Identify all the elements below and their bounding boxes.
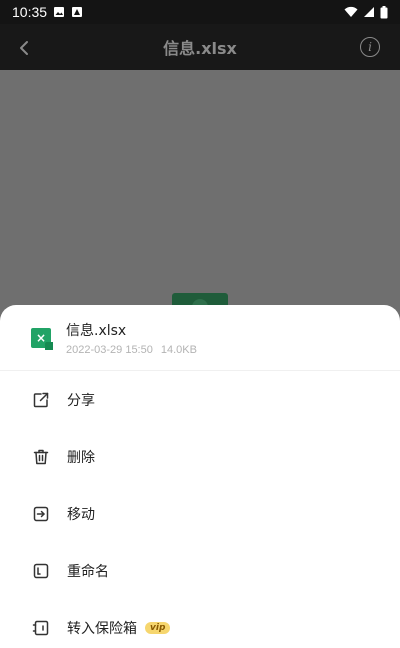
back-button[interactable] xyxy=(12,36,36,60)
menu-item-delete[interactable]: 删除 xyxy=(0,428,400,485)
info-button[interactable]: i xyxy=(360,37,380,57)
signal-icon xyxy=(364,7,374,17)
file-details: 2022-03-29 15:50 14.0KB xyxy=(66,344,197,356)
menu-item-share[interactable]: 分享 xyxy=(0,371,400,428)
status-time: 10:35 xyxy=(12,4,48,20)
safe-icon xyxy=(31,618,51,638)
file-info-header: × 信息.xlsx 2022-03-29 15:50 14.0KB xyxy=(0,305,400,371)
trash-icon xyxy=(31,447,51,467)
menu-item-rename[interactable]: 重命名 xyxy=(0,542,400,599)
file-size: 14.0KB xyxy=(160,343,197,356)
vip-badge: vip xyxy=(145,621,171,634)
file-date: 2022-03-29 15:50 xyxy=(66,343,153,356)
file-meta: 信息.xlsx 2022-03-29 15:50 14.0KB xyxy=(66,320,197,356)
file-name: 信息.xlsx xyxy=(66,322,127,339)
wifi-icon xyxy=(344,6,358,17)
menu-item-move[interactable]: 移动 xyxy=(0,485,400,542)
menu-item-move-to-safe[interactable]: 转入保险箱 vip xyxy=(0,599,400,648)
menu-item-label: 重命名 xyxy=(67,563,109,580)
info-icon: i xyxy=(368,40,372,54)
photo-notification-icon xyxy=(72,7,83,17)
status-bar: 10:35 xyxy=(0,0,400,24)
share-icon xyxy=(31,390,51,410)
rename-icon xyxy=(31,561,51,581)
battery-icon xyxy=(380,5,388,18)
chevron-left-icon xyxy=(20,41,28,55)
xlsx-glyph: × xyxy=(35,330,47,345)
image-notification-icon xyxy=(54,7,65,17)
move-icon xyxy=(31,504,51,524)
app-bar: 信息.xlsx i xyxy=(0,24,400,70)
menu-item-label: 分享 xyxy=(67,392,95,409)
xlsx-file-icon: × xyxy=(31,327,53,350)
menu-item-label: 移动 xyxy=(67,506,95,523)
menu-item-label: 删除 xyxy=(67,449,95,466)
menu-item-label: 转入保险箱 xyxy=(67,620,137,637)
page-title: 信息.xlsx xyxy=(163,39,237,58)
file-actions-sheet: × 信息.xlsx 2022-03-29 15:50 14.0KB 分享 删除 … xyxy=(0,305,400,648)
